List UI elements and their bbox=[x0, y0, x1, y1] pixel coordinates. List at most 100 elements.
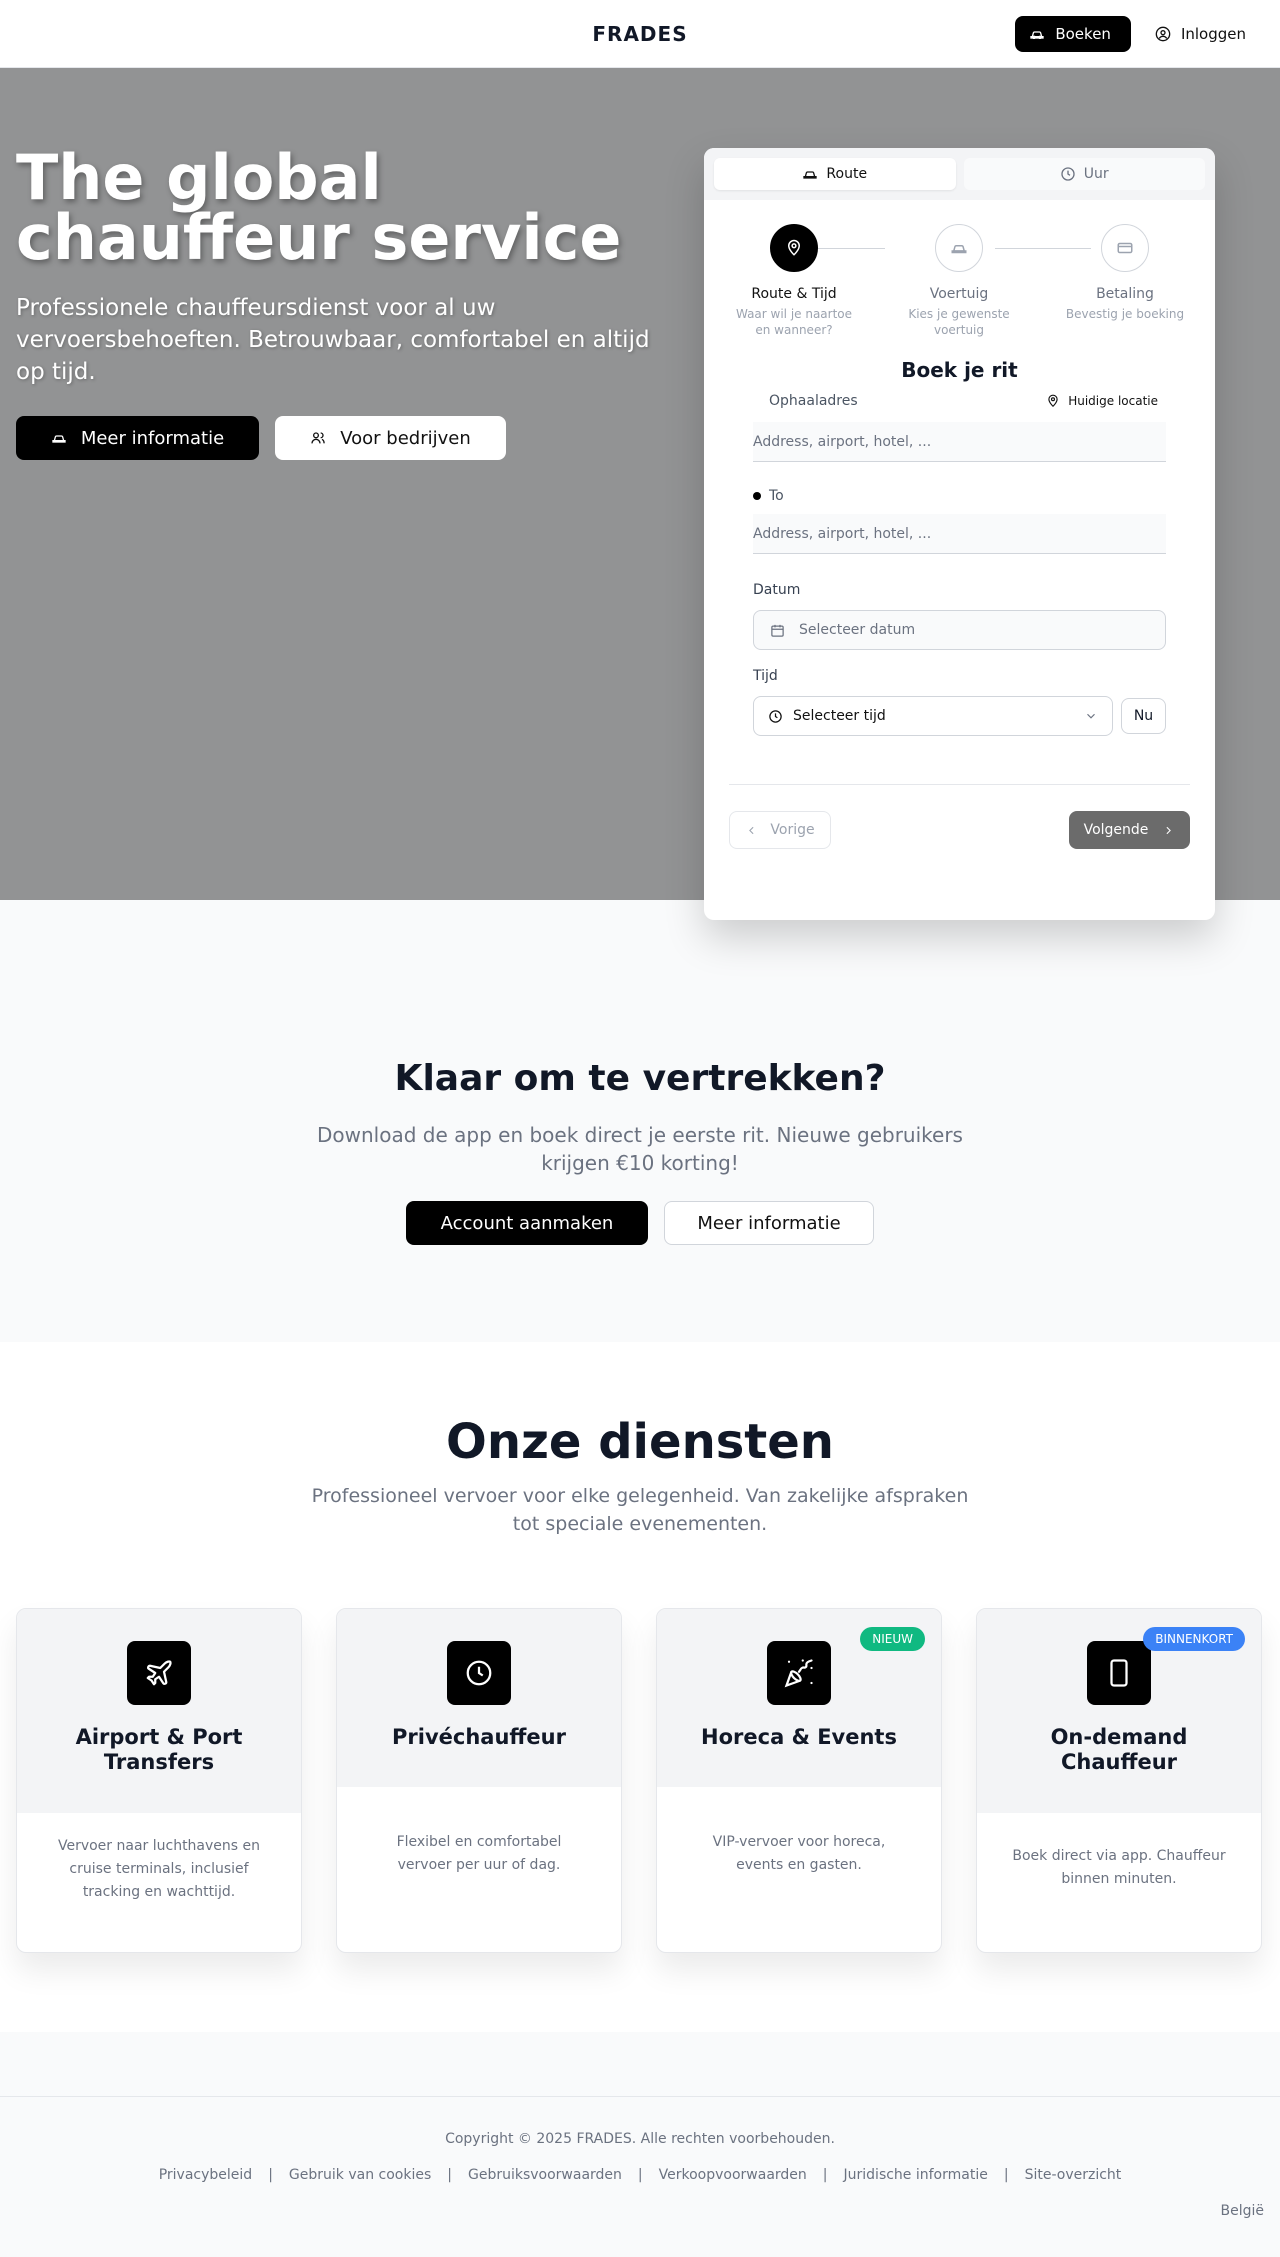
next-label: Volgende bbox=[1083, 822, 1149, 838]
services-section: Onze diensten Professioneel vervoer voor… bbox=[0, 1342, 1280, 2032]
previous-button[interactable]: Vorige bbox=[729, 811, 831, 849]
login-button[interactable]: Inloggen bbox=[1145, 16, 1256, 52]
hero-subtitle: Professionele chauffeursdienst voor al u… bbox=[16, 295, 650, 385]
current-location-button[interactable]: Huidige locatie bbox=[1046, 394, 1158, 408]
time-placeholder: Selecteer tijd bbox=[793, 708, 886, 724]
service-name: Horeca & Events bbox=[701, 1725, 897, 1749]
service-description: Boek direct via app. Chauffeur binnen mi… bbox=[1012, 1848, 1226, 1887]
region-selector[interactable]: België bbox=[1221, 2203, 1265, 2219]
footer-link-sales-terms[interactable]: Verkoopvoorwaarden bbox=[659, 2167, 807, 2183]
chevron-right-icon bbox=[1166, 826, 1172, 834]
more-info-button[interactable]: Meer informatie bbox=[16, 416, 259, 460]
date-input[interactable]: Selecteer datum bbox=[753, 610, 1166, 650]
step-description: Bevestig je boeking bbox=[1065, 307, 1185, 321]
cta-more-info-button[interactable]: Meer informatie bbox=[664, 1201, 874, 1245]
current-location-label: Huidige locatie bbox=[1068, 394, 1158, 408]
step-description: Kies je gewenste voertuig bbox=[908, 307, 1010, 337]
pickup-address-input[interactable]: Address, airport, hotel, ... bbox=[753, 422, 1166, 462]
destination-address-input[interactable]: Address, airport, hotel, ... bbox=[753, 514, 1166, 554]
service-card-private[interactable]: Privéchauffeur Flexibel en comfortabel v… bbox=[336, 1608, 622, 1953]
footer-separator: | bbox=[822, 2167, 828, 2183]
calendar-icon bbox=[771, 624, 784, 637]
tab-hour[interactable]: Uur bbox=[963, 158, 1205, 190]
footer-links: Privacybeleid | Gebruik van cookies | Ge… bbox=[0, 2167, 1280, 2183]
time-label: Tijd bbox=[753, 668, 778, 684]
business-button[interactable]: Voor bedrijven bbox=[275, 416, 506, 460]
service-card-horeca[interactable]: NIEUW Horeca & Events VIP-vervoer voor h… bbox=[656, 1608, 942, 1953]
login-button-label: Inloggen bbox=[1180, 25, 1246, 43]
badge-new: NIEUW bbox=[860, 1627, 925, 1651]
footer-link-terms[interactable]: Gebruiksvoorwaarden bbox=[468, 2167, 622, 2183]
date-label: Datum bbox=[753, 582, 801, 598]
plane-icon bbox=[127, 1641, 191, 1705]
step-indicator: Route & Tijd Waar wil je naartoe en wann… bbox=[704, 200, 1215, 340]
footer-spacer bbox=[0, 2032, 1280, 2096]
booking-form: Ophaaladres Huidige locatie Address, air… bbox=[704, 390, 1215, 736]
user-circle-icon bbox=[1155, 26, 1171, 42]
to-label: To bbox=[769, 488, 784, 504]
services-grid: Airport & Port Transfers Vervoer naar lu… bbox=[16, 1608, 1262, 1953]
car-icon bbox=[935, 224, 983, 272]
step-route-time[interactable]: Route & Tijd Waar wil je naartoe en wann… bbox=[729, 224, 859, 338]
cta-section: Klaar om te vertrekken? Download de app … bbox=[0, 900, 1280, 1342]
hero-title: The global chauffeur service bbox=[16, 147, 656, 269]
footer-link-privacy[interactable]: Privacybeleid bbox=[159, 2167, 252, 2183]
step-label: Route & Tijd bbox=[751, 286, 837, 302]
site-footer: Copyright © 2025 FRADES. Alle rechten vo… bbox=[0, 2096, 1280, 2257]
previous-label: Vorige bbox=[770, 822, 815, 838]
footer-separator: | bbox=[447, 2167, 452, 2183]
site-header: FRADES Boeken Inloggen bbox=[0, 0, 1280, 68]
tab-hour-label: Uur bbox=[1083, 166, 1109, 182]
service-card-airport[interactable]: Airport & Port Transfers Vervoer naar lu… bbox=[16, 1608, 302, 1953]
service-name: Airport & Port Transfers bbox=[75, 1725, 243, 1774]
footer-separator: | bbox=[268, 2167, 273, 2183]
booking-tabs: Route Uur bbox=[704, 148, 1215, 200]
destination-dot-icon bbox=[753, 492, 761, 500]
cta-title: Klaar om te vertrekken? bbox=[394, 1058, 886, 1099]
hero-section: The global chauffeur service Professione… bbox=[0, 68, 1280, 920]
service-description: Vervoer naar luchthavens en cruise termi… bbox=[57, 1838, 261, 1900]
footer-link-legal[interactable]: Juridische informatie bbox=[844, 2167, 988, 2183]
car-icon bbox=[1030, 31, 1045, 39]
chevron-left-icon bbox=[749, 826, 754, 834]
users-icon bbox=[311, 432, 325, 444]
map-pin-icon bbox=[1048, 394, 1058, 408]
step-vehicle[interactable]: Voertuig Kies je gewenste voertuig bbox=[894, 224, 1024, 338]
step-label: Betaling bbox=[1096, 286, 1154, 302]
smartphone-icon bbox=[1087, 1641, 1151, 1705]
copyright-text: Copyright © 2025 FRADES. Alle rechten vo… bbox=[445, 2131, 835, 2147]
now-button[interactable]: Nu bbox=[1121, 698, 1166, 734]
badge-coming-soon: BINNENKORT bbox=[1143, 1627, 1245, 1651]
hero-title-line2: chauffeur service bbox=[16, 201, 622, 274]
clock-icon bbox=[447, 1641, 511, 1705]
book-button-label: Boeken bbox=[1055, 25, 1111, 43]
pickup-label: Ophaaladres bbox=[769, 393, 858, 409]
tab-route[interactable]: Route bbox=[714, 158, 956, 190]
date-placeholder: Selecteer datum bbox=[799, 622, 916, 638]
footer-link-cookies[interactable]: Gebruik van cookies bbox=[289, 2167, 431, 2183]
service-card-on-demand[interactable]: BINNENKORT On-demand Chauffeur Boek dire… bbox=[976, 1608, 1262, 1953]
booking-form-title: Boek je rit bbox=[901, 358, 1018, 382]
car-icon bbox=[52, 435, 66, 443]
car-icon bbox=[803, 171, 818, 179]
footer-separator: | bbox=[1003, 2167, 1009, 2183]
create-account-button[interactable]: Account aanmaken bbox=[406, 1201, 648, 1245]
pickup-placeholder: Address, airport, hotel, ... bbox=[753, 433, 932, 450]
more-info-label: Meer informatie bbox=[80, 427, 225, 449]
footer-link-sitemap[interactable]: Site-overzicht bbox=[1025, 2167, 1122, 2183]
step-payment[interactable]: Betaling Bevestig je boeking bbox=[1060, 224, 1190, 322]
credit-card-icon bbox=[1101, 224, 1149, 272]
footer-separator: | bbox=[637, 2167, 643, 2183]
step-description: Waar wil je naartoe en wanneer? bbox=[735, 307, 853, 337]
next-button[interactable]: Volgende bbox=[1069, 811, 1190, 849]
party-popper-icon bbox=[767, 1641, 831, 1705]
cta-subtitle: Download de app en boek direct je eerste… bbox=[317, 1123, 963, 1175]
destination-placeholder: Address, airport, hotel, ... bbox=[753, 525, 932, 542]
clock-icon bbox=[1061, 167, 1075, 181]
book-button[interactable]: Boeken bbox=[1015, 16, 1131, 52]
booking-card: Route Uur Route & Tijd Waar wil je naart… bbox=[704, 148, 1215, 920]
services-subtitle: Professioneel vervoer voor elke gelegenh… bbox=[311, 1485, 969, 1535]
tab-route-label: Route bbox=[826, 166, 868, 182]
time-select[interactable]: Selecteer tijd bbox=[753, 696, 1113, 736]
clock-icon bbox=[769, 709, 782, 723]
